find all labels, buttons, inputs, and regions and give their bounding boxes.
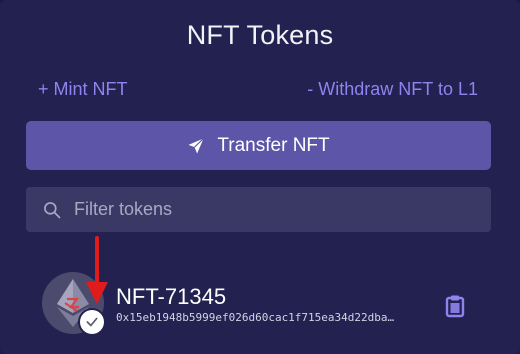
verified-badge — [80, 310, 104, 334]
transfer-nft-label: Transfer NFT — [217, 134, 330, 156]
token-name: NFT-71345 — [116, 284, 227, 309]
check-icon — [86, 317, 98, 327]
search-icon — [42, 200, 62, 220]
annotation-arrow-icon — [86, 236, 108, 304]
filter-tokens-field[interactable] — [26, 187, 491, 232]
token-address: 0x15eb1948b5999ef026d60cac1f715ea34d22db… — [116, 311, 395, 324]
nft-tokens-panel: NFT Tokens + Mint NFT - Withdraw NFT to … — [0, 0, 520, 354]
withdraw-nft-link[interactable]: - Withdraw NFT to L1 — [307, 79, 478, 100]
mint-nft-link[interactable]: + Mint NFT — [38, 79, 128, 100]
send-icon — [187, 137, 205, 155]
transfer-nft-button[interactable]: Transfer NFT — [26, 121, 491, 170]
clipboard-icon[interactable] — [444, 294, 466, 323]
page-title: NFT Tokens — [186, 20, 334, 50]
filter-tokens-input[interactable] — [74, 199, 454, 220]
